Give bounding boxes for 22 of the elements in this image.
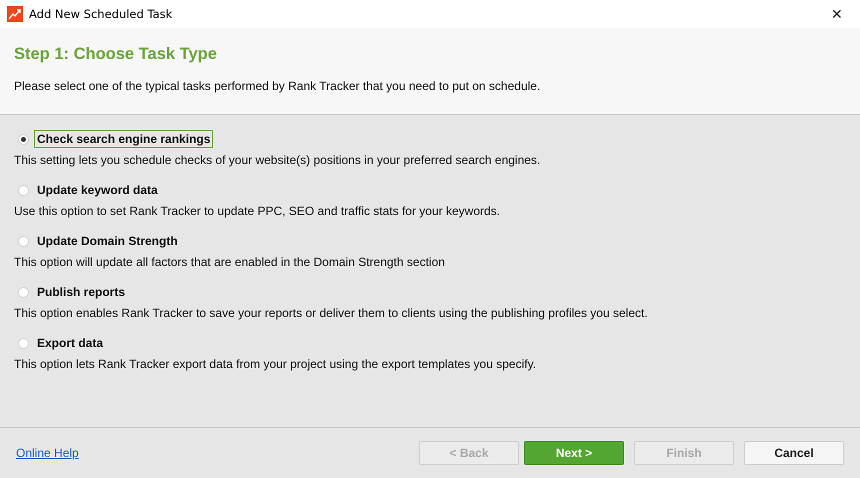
help-link[interactable]: Online Help — [16, 446, 419, 460]
radio-button[interactable] — [18, 134, 29, 144]
option-description: This setting lets you schedule checks of your website(s) positions in your preferred search engines. — [14, 153, 542, 167]
window-title: Add New Scheduled Task — [29, 7, 174, 21]
option-description: This option lets Rank Tracker export data from your project using the export templates you specify. — [14, 357, 538, 371]
step-title: Step 1: Choose Task Type — [14, 45, 218, 64]
radio-button[interactable] — [18, 286, 29, 298]
app-logo-icon — [7, 6, 23, 22]
radio-button[interactable] — [18, 338, 29, 348]
close-button[interactable]: ✕ — [814, 0, 860, 28]
step-instructions: Please select one of the typical tasks performed by Rank Tracker that you need to put on schedule. — [14, 79, 542, 93]
radio-button[interactable] — [18, 236, 29, 246]
option-label[interactable]: Export data — [34, 334, 106, 352]
option-description: Use this option to set Rank Tracker to update PPC, SEO and traffic stats for your keywords. — [14, 204, 501, 218]
option-label[interactable]: Check search engine rankings — [34, 130, 214, 148]
option-description: This option will update all factors that are enabled in the Domain Strength section — [14, 255, 446, 269]
radio-button[interactable] — [18, 184, 29, 196]
option-description: This option enables Rank Tracker to save your reports or deliver them to clients using the publishing profiles you select. — [14, 306, 649, 320]
option-label[interactable]: Publish reports — [34, 283, 128, 301]
option-label[interactable]: Update keyword data — [34, 181, 161, 199]
option-label[interactable]: Update Domain Strength — [34, 232, 181, 250]
wizard-button[interactable]: Cancel — [744, 441, 844, 465]
